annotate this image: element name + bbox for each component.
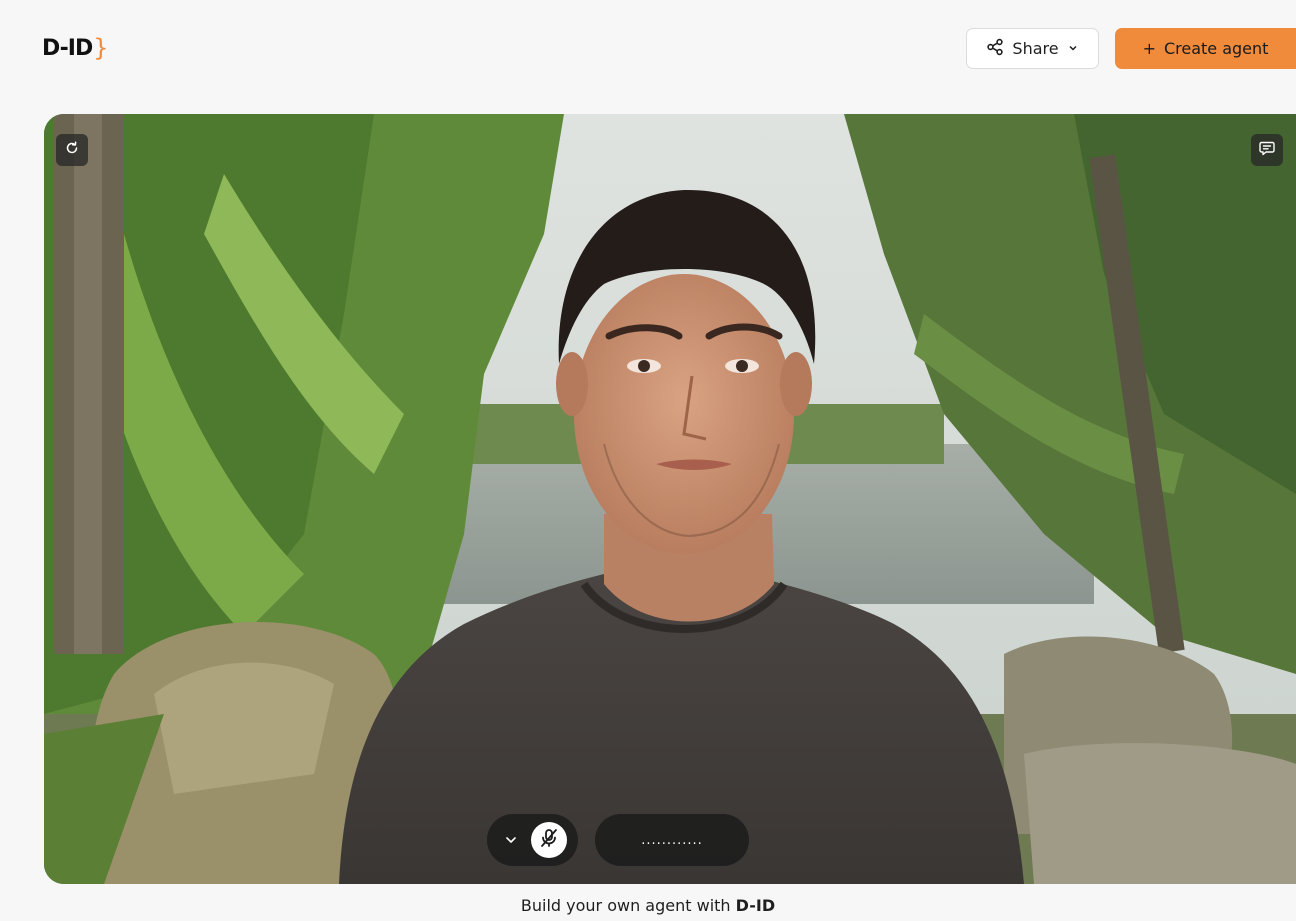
refresh-icon: [64, 140, 80, 160]
mic-off-icon: [538, 827, 560, 853]
plus-icon: +: [1142, 39, 1156, 58]
create-agent-button[interactable]: + Create agent: [1115, 28, 1296, 69]
chat-button[interactable]: [1251, 134, 1283, 166]
agent-video[interactable]: ............: [44, 114, 1296, 884]
video-frame: [44, 114, 1296, 884]
status-text: ............: [641, 832, 703, 848]
mic-control: [487, 814, 578, 866]
mic-toggle-button[interactable]: [531, 822, 567, 858]
footer-text: Build your own agent with: [520, 896, 736, 915]
footer-brand[interactable]: D-ID: [736, 896, 775, 915]
share-icon: [986, 38, 1004, 60]
logo-brace: }: [93, 34, 108, 62]
call-controls: ............: [487, 814, 749, 866]
create-agent-label: Create agent: [1163, 39, 1269, 58]
chat-icon: [1258, 139, 1276, 161]
logo-text: D-ID: [42, 35, 93, 61]
top-bar: D-ID} Share + Create agent: [0, 0, 1296, 96]
chevron-down-icon: [1067, 39, 1079, 58]
refresh-button[interactable]: [56, 134, 88, 166]
share-button[interactable]: Share: [966, 28, 1099, 69]
share-label: Share: [1012, 39, 1059, 58]
chevron-down-icon[interactable]: [501, 830, 521, 850]
did-logo[interactable]: D-ID}: [42, 34, 109, 62]
footer-tagline: Build your own agent with D-ID: [0, 896, 1296, 915]
speaking-indicator: ............: [595, 814, 749, 866]
